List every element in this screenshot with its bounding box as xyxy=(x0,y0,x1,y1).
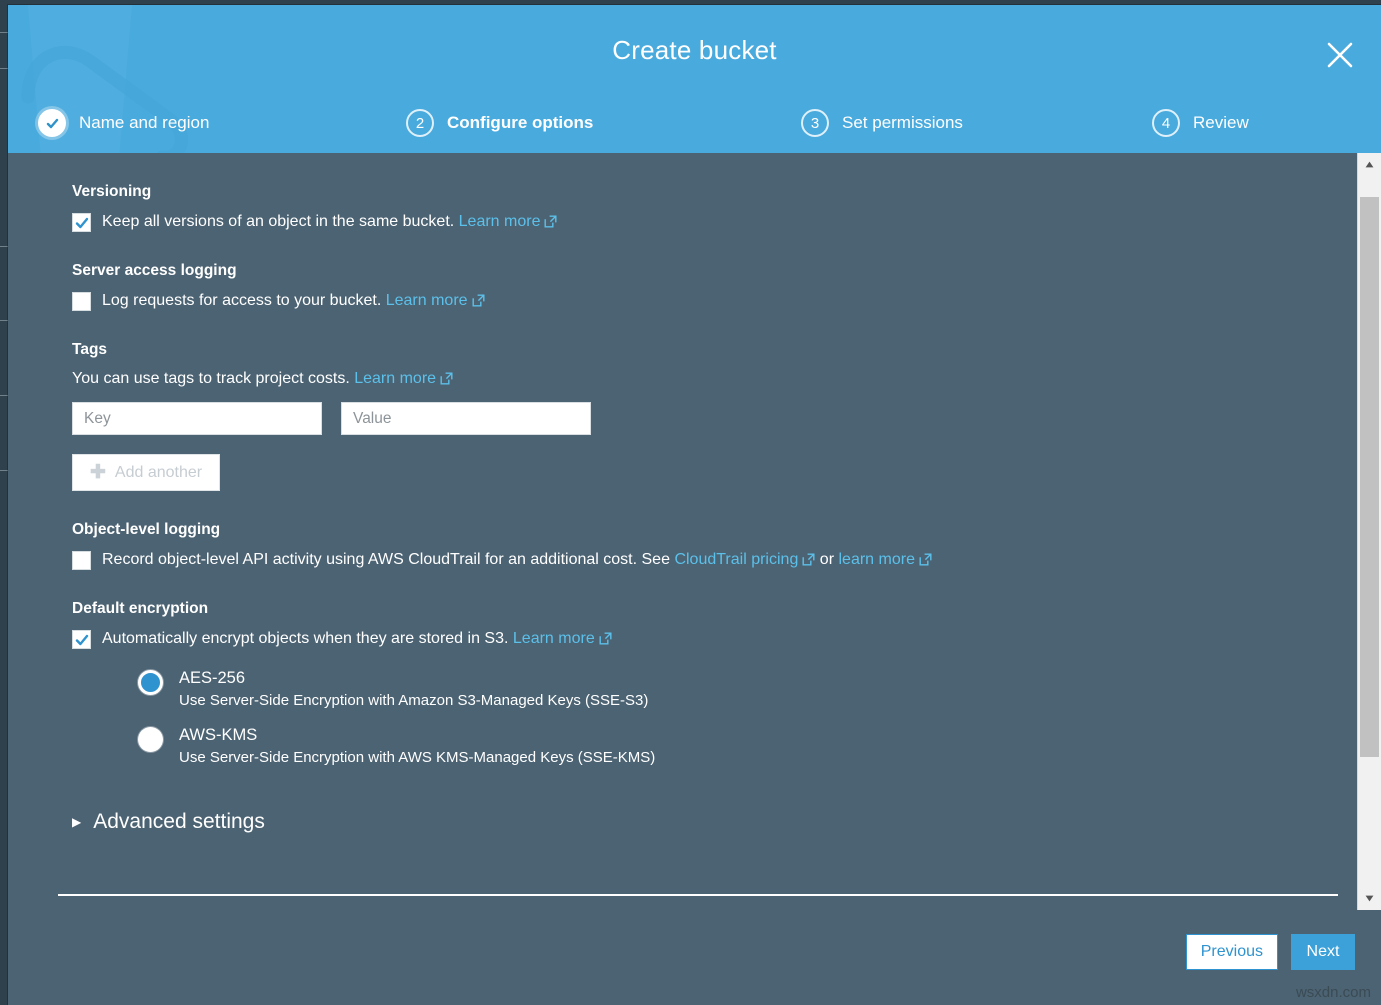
server-logging-learn-more-link[interactable]: Learn more xyxy=(386,292,485,309)
advanced-settings-toggle[interactable]: ▶ Advanced settings xyxy=(72,810,1355,834)
section-versioning: Versioning Keep all versions of an objec… xyxy=(72,183,1355,232)
step-name-and-region[interactable]: Name and region xyxy=(38,105,209,141)
external-link-icon xyxy=(472,294,485,307)
caret-right-icon: ▶ xyxy=(72,816,81,828)
external-link-icon xyxy=(544,215,557,228)
aes-256-label: AES-256 xyxy=(179,669,648,688)
step-label: Configure options xyxy=(447,113,593,133)
footer-actions: Previous Next xyxy=(1186,934,1355,970)
step-number: 3 xyxy=(801,109,829,137)
section-server-access-logging: Server access logging Log requests for a… xyxy=(72,262,1355,311)
previous-button[interactable]: Previous xyxy=(1186,934,1278,970)
default-encryption-text: Automatically encrypt objects when they … xyxy=(102,630,508,647)
object-logging-learn-more-link[interactable]: learn more xyxy=(838,551,931,568)
page-title: Create bucket xyxy=(8,35,1381,66)
default-encryption-learn-more-link[interactable]: Learn more xyxy=(513,630,612,647)
step-label: Name and region xyxy=(79,113,209,133)
external-link-icon xyxy=(919,553,932,566)
tag-key-input[interactable] xyxy=(72,402,322,435)
external-link-icon xyxy=(599,632,612,645)
vertical-scrollbar[interactable] xyxy=(1357,153,1381,910)
section-title: Server access logging xyxy=(72,262,1355,280)
next-button[interactable]: Next xyxy=(1291,934,1355,970)
modal-header: Create bucket Name and region xyxy=(8,5,1381,153)
step-number: 2 xyxy=(406,109,434,137)
server-access-logging-label: Log requests for access to your bucket. … xyxy=(102,291,485,311)
plus-icon: ✚ xyxy=(90,463,106,482)
section-title: Object-level logging xyxy=(72,521,1355,539)
aws-kms-label: AWS-KMS xyxy=(179,726,655,745)
close-icon[interactable] xyxy=(1321,36,1359,74)
add-another-label: Add another xyxy=(115,464,202,482)
section-object-level-logging: Object-level logging Record object-level… xyxy=(72,521,1355,570)
aws-kms-radio[interactable] xyxy=(138,727,163,752)
default-encryption-option-row: Automatically encrypt objects when they … xyxy=(72,629,1355,649)
external-link-icon xyxy=(802,553,815,566)
object-level-logging-checkbox[interactable] xyxy=(72,551,91,570)
encryption-option-aws-kms[interactable]: AWS-KMS Use Server-Side Encryption with … xyxy=(138,726,1355,766)
scroll-up-icon[interactable] xyxy=(1358,153,1381,176)
step-indicator: Name and region 2 Configure options 3 Se… xyxy=(8,105,1381,143)
server-logging-option-row: Log requests for access to your bucket. … xyxy=(72,291,1355,311)
modal-footer: Previous Next wsxdn.com xyxy=(8,910,1381,1005)
versioning-learn-more-link[interactable]: Learn more xyxy=(459,213,558,230)
aws-kms-description: Use Server-Side Encryption with AWS KMS-… xyxy=(179,749,655,766)
aes-256-radio[interactable] xyxy=(138,670,163,695)
tags-description: You can use tags to track project costs.… xyxy=(72,370,1355,388)
versioning-checkbox[interactable] xyxy=(72,213,91,232)
step-number: 4 xyxy=(1152,109,1180,137)
object-logging-text-before: Record object-level API activity using A… xyxy=(102,551,670,568)
section-title: Versioning xyxy=(72,183,1355,201)
section-title: Tags xyxy=(72,341,1355,359)
step-label: Set permissions xyxy=(842,113,963,133)
section-default-encryption: Default encryption Automatically encrypt… xyxy=(72,600,1355,766)
add-another-tag-button[interactable]: ✚ Add another xyxy=(72,454,220,491)
scroll-down-icon[interactable] xyxy=(1358,887,1381,910)
aes-256-description: Use Server-Side Encryption with Amazon S… xyxy=(179,692,648,709)
scrollbar-thumb[interactable] xyxy=(1360,197,1379,757)
create-bucket-modal: Create bucket Name and region xyxy=(8,5,1381,1005)
encryption-radio-group: AES-256 Use Server-Side Encryption with … xyxy=(138,669,1355,766)
object-logging-option-row: Record object-level API activity using A… xyxy=(72,550,1355,570)
versioning-text: Keep all versions of an object in the sa… xyxy=(102,213,454,230)
advanced-settings-label: Advanced settings xyxy=(93,810,265,834)
section-tags: Tags You can use tags to track project c… xyxy=(72,341,1355,491)
check-icon xyxy=(38,109,66,137)
site-watermark: wsxdn.com xyxy=(1296,984,1371,1001)
server-access-logging-checkbox[interactable] xyxy=(72,292,91,311)
page-root: Create bucket Name and region xyxy=(0,0,1381,1005)
server-access-logging-text: Log requests for access to your bucket. xyxy=(102,292,381,309)
versioning-label: Keep all versions of an object in the sa… xyxy=(102,212,557,232)
step-review[interactable]: 4 Review xyxy=(1152,105,1249,141)
object-level-logging-label: Record object-level API activity using A… xyxy=(102,550,932,570)
tags-learn-more-link[interactable]: Learn more xyxy=(354,370,453,387)
versioning-option-row: Keep all versions of an object in the sa… xyxy=(72,212,1355,232)
step-configure-options[interactable]: 2 Configure options xyxy=(406,105,593,141)
modal-body: Versioning Keep all versions of an objec… xyxy=(8,153,1381,910)
tag-value-input[interactable] xyxy=(341,402,591,435)
external-link-icon xyxy=(440,372,453,385)
cloudtrail-pricing-link[interactable]: CloudTrail pricing xyxy=(674,551,815,568)
default-encryption-label: Automatically encrypt objects when they … xyxy=(102,629,612,649)
section-title: Default encryption xyxy=(72,600,1355,618)
tag-input-row xyxy=(72,402,1355,435)
step-set-permissions[interactable]: 3 Set permissions xyxy=(801,105,963,141)
options-form: Versioning Keep all versions of an objec… xyxy=(8,153,1355,910)
object-logging-text-middle: or xyxy=(820,551,834,568)
default-encryption-checkbox[interactable] xyxy=(72,630,91,649)
content-divider xyxy=(58,894,1338,896)
encryption-option-aes256[interactable]: AES-256 Use Server-Side Encryption with … xyxy=(138,669,1355,709)
step-label: Review xyxy=(1193,113,1249,133)
tags-description-text: You can use tags to track project costs. xyxy=(72,370,350,387)
